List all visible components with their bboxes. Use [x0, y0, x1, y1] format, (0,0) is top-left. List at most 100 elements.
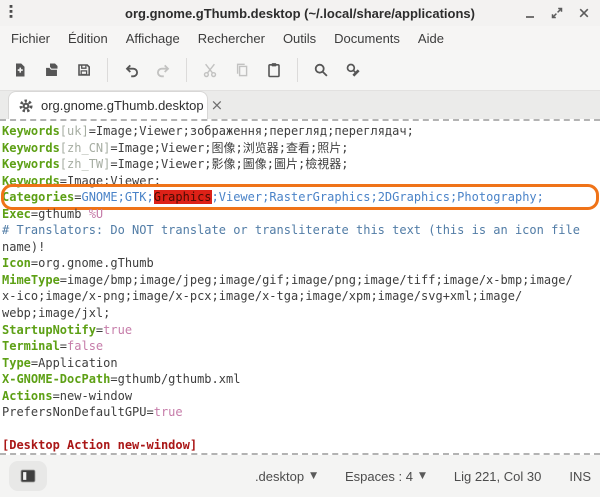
tab-width-dropdown[interactable]: Espaces : 4 ▼ — [345, 469, 426, 484]
code-segment-section: [Desktop Action new-window] — [2, 438, 197, 452]
code-segment-plain: =gthumb — [31, 207, 89, 221]
editor-line: X-GNOME-DocPath=gthumb/gthumb.xml — [2, 371, 600, 388]
open-document-icon — [44, 62, 60, 78]
code-segment-key: Keywords — [2, 157, 60, 171]
open-document-button[interactable] — [37, 56, 67, 84]
copy-button — [227, 56, 257, 84]
menu-outils[interactable]: Outils — [274, 28, 325, 49]
code-segment-key: Keywords — [2, 124, 60, 138]
close-icon[interactable] — [576, 5, 592, 21]
code-segment-plain: =image/bmp;image/jpeg;image/gif;image/pn… — [60, 273, 573, 287]
editor-line: Categories=GNOME;GTK;Graphics;Viewer;Ras… — [2, 189, 600, 206]
code-segment-special: false — [67, 339, 103, 353]
copy-icon — [234, 62, 250, 78]
tab-close-icon[interactable]: × — [211, 98, 224, 113]
editor-line: Icon=org.gnome.gThumb — [2, 255, 600, 272]
save-icon — [76, 62, 92, 78]
code-segment-plain: name)! — [2, 240, 45, 254]
code-segment-plain: =Image;Viewer; — [60, 174, 161, 188]
minimize-icon[interactable] — [522, 5, 538, 21]
code-segment-plain: =new-window — [53, 389, 132, 403]
cut-button — [195, 56, 225, 84]
editor-line: x-ico;image/x-png;image/x-pcx;image/x-tg… — [2, 288, 600, 305]
editor-line: Keywords[zh_CN]=Image;Viewer;图像;浏览器;查看;照… — [2, 140, 600, 157]
toolbar-separator — [297, 58, 298, 82]
tab-title: org.gnome.gThumb.desktop — [41, 98, 204, 113]
code-segment-plain: =Image;Viewer;зображення;перегляд;перегл… — [89, 124, 414, 138]
code-segment-cat: ;Viewer;RasterGraphics;2DGraphics;Photog… — [212, 190, 544, 204]
code-segment-special: true — [103, 323, 132, 337]
paste-button[interactable] — [259, 56, 289, 84]
editor-line: PrefersNonDefaultGPU=true — [2, 404, 600, 421]
chevron-down-icon: ▼ — [419, 471, 426, 481]
code-segment-match: Graphics — [154, 190, 212, 204]
filetype-label: .desktop — [255, 469, 304, 484]
new-document-icon — [12, 62, 28, 78]
code-segment-cat: GNOME;GTK; — [81, 190, 153, 204]
search-replace-icon — [345, 62, 361, 78]
menubar: FichierÉditionAffichageRechercherOutilsD… — [0, 26, 600, 50]
code-segment-loc: [uk] — [60, 124, 89, 138]
restore-icon[interactable] — [549, 5, 565, 21]
editor-line: Keywords[uk]=Image;Viewer;зображення;пер… — [2, 123, 600, 140]
window-title: org.gnome.gThumb.desktop (~/.local/share… — [0, 6, 600, 21]
code-segment-plain: PrefersNonDefaultGPU= — [2, 405, 154, 419]
editor-line: Exec=gthumb %U — [2, 206, 600, 223]
cut-icon — [202, 62, 218, 78]
code-segment-key: MimeType — [2, 273, 60, 287]
search-button[interactable] — [306, 56, 336, 84]
code-segment-key: Categories — [2, 190, 74, 204]
editor-line: Type=Application — [2, 355, 600, 372]
tabbar: org.gnome.gThumb.desktop × — [0, 90, 600, 119]
code-segment-plain: =gthumb/gthumb.xml — [110, 372, 240, 386]
paste-icon — [266, 62, 282, 78]
menu-rechercher[interactable]: Rechercher — [189, 28, 274, 49]
gear-icon — [18, 98, 34, 114]
code-segment-special: %U — [89, 207, 103, 221]
side-panel-toggle-button[interactable] — [9, 461, 47, 491]
save-button[interactable] — [69, 56, 99, 84]
menu-dition[interactable]: Édition — [59, 28, 117, 49]
editor-line — [2, 421, 600, 438]
code-segment-plain: webp;image/jxl; — [2, 306, 110, 320]
code-segment-special: true — [154, 405, 183, 419]
code-segment-plain: =org.gnome.gThumb — [31, 256, 154, 270]
undo-icon — [123, 62, 140, 79]
code-segment-plain: =Image;Viewer;影像;圖像;圖片;檢視器; — [110, 157, 348, 171]
editor-line: Keywords[zh_TW]=Image;Viewer;影像;圖像;圖片;檢視… — [2, 156, 600, 173]
tab-desktop-file[interactable]: org.gnome.gThumb.desktop × — [8, 91, 208, 119]
code-segment-key: Type — [2, 356, 31, 370]
menu-documents[interactable]: Documents — [325, 28, 409, 49]
search-icon — [313, 62, 329, 78]
code-segment-key: Actions — [2, 389, 53, 403]
code-segment-key: X-GNOME-DocPath — [2, 372, 110, 386]
app-menu-icon[interactable] — [9, 4, 13, 21]
editor-line: webp;image/jxl; — [2, 305, 600, 322]
code-segment-loc: [zh_CN] — [60, 141, 111, 155]
tab-width-label: Espaces : 4 — [345, 469, 413, 484]
new-document-button[interactable] — [5, 56, 35, 84]
text-editor-area[interactable]: Keywords[uk]=Image;Viewer;зображення;пер… — [0, 119, 600, 455]
code-segment-plain: =Image;Viewer;图像;浏览器;查看;照片; — [110, 141, 348, 155]
code-segment-loc: [zh_TW] — [60, 157, 111, 171]
editor-line: Terminal=false — [2, 338, 600, 355]
filetype-dropdown[interactable]: .desktop ▼ — [255, 469, 317, 484]
editor-line: MimeType=image/bmp;image/jpeg;image/gif;… — [2, 272, 600, 289]
editor-line: Keywords=Image;Viewer; — [2, 173, 600, 190]
undo-button[interactable] — [116, 56, 146, 84]
search-replace-button[interactable] — [338, 56, 368, 84]
menu-aide[interactable]: Aide — [409, 28, 453, 49]
insert-mode-label: INS — [569, 469, 591, 484]
menu-affichage[interactable]: Affichage — [117, 28, 189, 49]
code-segment-key: Exec — [2, 207, 31, 221]
code-segment-key: Keywords — [2, 141, 60, 155]
editor-line: StartupNotify=true — [2, 322, 600, 339]
menu-fichier[interactable]: Fichier — [2, 28, 59, 49]
code-segment-key: Terminal — [2, 339, 60, 353]
code-segment-plain: x-ico;image/x-png;image/x-pcx;image/x-tg… — [2, 289, 522, 303]
editor-line: Actions=new-window — [2, 388, 600, 405]
code-segment-key: StartupNotify — [2, 323, 96, 337]
toolbar-separator — [186, 58, 187, 82]
code-segment-plain: = — [60, 339, 67, 353]
editor-line: name)! — [2, 239, 600, 256]
